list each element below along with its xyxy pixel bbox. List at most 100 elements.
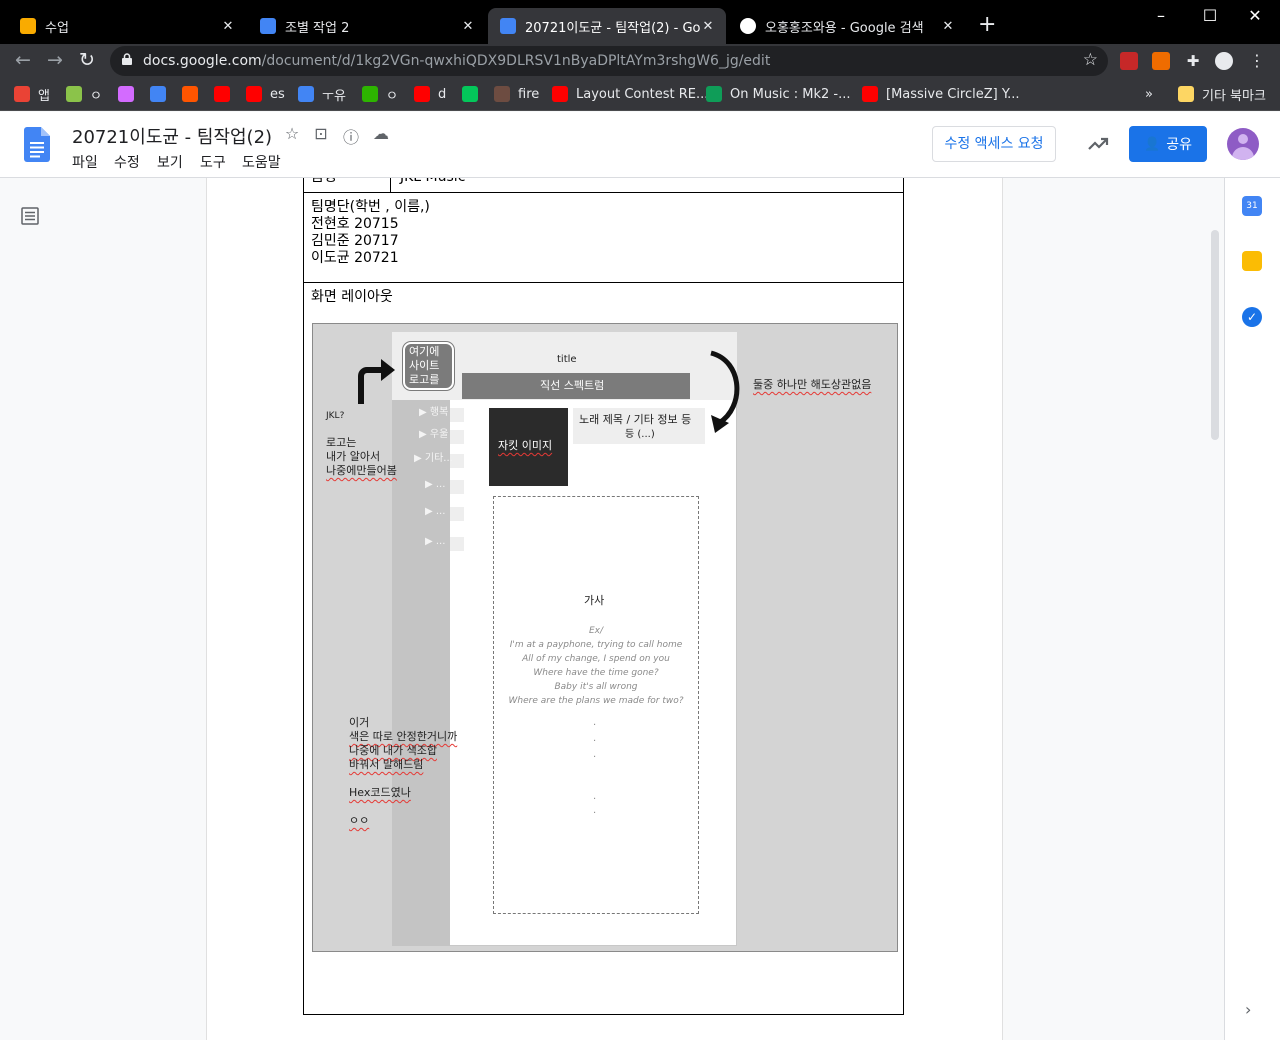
mock-menu-item: ▶ 우울 [419, 429, 449, 440]
bookmark-item[interactable]: On Music : Mk2 -... [706, 85, 850, 103]
reload-icon[interactable]: ↻ [74, 49, 100, 71]
calendar-icon[interactable]: 31 [1242, 196, 1262, 216]
bookmark-label: d [438, 86, 447, 102]
info-icon[interactable]: ⓘ [341, 124, 361, 148]
scrollbar[interactable] [1211, 230, 1219, 440]
share-button-label: 공유 [1166, 137, 1192, 153]
logo-note: 나중에만들어봄 [326, 464, 397, 477]
bookmark-favicon-icon [214, 86, 230, 102]
lock-icon [122, 53, 132, 65]
star-icon[interactable]: ☆ [282, 124, 302, 143]
minimize-icon[interactable]: – [1146, 6, 1176, 25]
bookmarks-overflow-button[interactable]: » [1145, 85, 1153, 103]
bookmark-label: ㅜ유 [322, 88, 346, 104]
menu-item-tab [450, 507, 464, 521]
activity-trend-icon[interactable] [1086, 132, 1110, 156]
bookmark-item[interactable]: [Massive CircleZ] Y... [862, 85, 1020, 103]
move-folder-icon[interactable]: ⊡ [311, 124, 331, 143]
lyrics-dot: . [593, 805, 597, 816]
bookmark-item[interactable]: d [414, 85, 446, 103]
browser-toolbar: ← → ↻ docs.google.com/document/d/1kg2VGn… [0, 44, 1280, 78]
bookmark-item[interactable]: es [246, 85, 285, 103]
extensions-puzzle-icon[interactable]: ✚ [1184, 52, 1202, 70]
song-info-label: 노래 제목 / 기타 정보 등 [579, 413, 692, 426]
lyrics-line: I'm at a payphone, trying to call home [509, 640, 683, 650]
keep-icon[interactable] [1242, 251, 1262, 271]
cloud-saved-icon[interactable]: ☁ [371, 124, 391, 143]
bookmark-item[interactable]: Layout Contest RE... [552, 85, 708, 103]
bookmark-item[interactable] [214, 85, 238, 103]
menu-kebab-icon[interactable]: ⋮ [1248, 52, 1266, 70]
document-canvas[interactable]: 음정 JKL Music 팀명단(학번 , 이름,) 전현호 20715 김민준… [0, 178, 1224, 1040]
tab-title: 오홍홍조와용 - Google 검색 [765, 20, 924, 36]
bookmark-item[interactable]: fire [494, 85, 539, 103]
menu-item-tab [450, 430, 464, 444]
tab-group-work[interactable]: 조별 작업 2 ✕ [248, 8, 486, 44]
bookmark-item[interactable]: ㅇ [66, 85, 102, 104]
address-bar[interactable]: docs.google.com/document/d/1kg2VGn-qwxhi… [110, 46, 1108, 76]
mock-menu-item: ▶ ... [425, 479, 446, 490]
bookmark-item[interactable]: 앱 [14, 85, 50, 104]
menu-help[interactable]: 도움말 [242, 152, 281, 172]
bookmark-label: Layout Contest RE... [576, 86, 709, 102]
team-member: 김민준 20717 [311, 233, 399, 249]
menu-file[interactable]: 파일 [72, 152, 98, 172]
menu-tools[interactable]: 도구 [200, 152, 226, 172]
tab-docs-active[interactable]: 20721이도균 - 팀작업(2) - Goog ✕ [488, 8, 726, 44]
tab-class[interactable]: 수업 ✕ [8, 8, 246, 44]
bookmark-favicon-icon [246, 86, 262, 102]
logo-note: 로고는 [326, 436, 357, 449]
jacket-label: 자킷 이미지 [498, 439, 553, 452]
lyrics-line: Ex/ [588, 626, 604, 636]
back-icon[interactable]: ← [10, 49, 36, 71]
bookmark-label: 앱 [38, 88, 50, 104]
classroom-icon [20, 18, 36, 34]
document-outline-icon[interactable] [20, 206, 40, 226]
close-icon[interactable]: ✕ [940, 19, 956, 34]
team-member: 전현호 20715 [311, 216, 399, 232]
share-button[interactable]: 👤 공유 [1129, 126, 1207, 162]
tasks-icon[interactable]: ✓ [1242, 307, 1262, 327]
close-icon[interactable]: ✕ [700, 19, 716, 34]
bookmark-item[interactable] [182, 85, 206, 103]
menu-view[interactable]: 보기 [157, 152, 183, 172]
new-tab-button[interactable]: + [978, 14, 996, 36]
bookmark-item[interactable]: ㅜ유 [298, 85, 346, 104]
bookmark-favicon-icon [494, 86, 510, 102]
bookmark-star-icon[interactable]: ☆ [1083, 50, 1098, 70]
mock-menu-item: ▶ ... [425, 536, 446, 547]
profile-icon[interactable] [1215, 52, 1233, 70]
hex-note: Hex코드였나 [349, 786, 411, 799]
bookmark-label: es [270, 86, 285, 102]
expand-panel-icon[interactable]: › [1245, 1000, 1251, 1019]
tab-google-search[interactable]: 오홍홍조와용 - Google 검색 ✕ [728, 8, 966, 44]
lyrics-dot: . [593, 791, 597, 802]
document-page[interactable]: 음정 JKL Music 팀명단(학번 , 이름,) 전현호 20715 김민준… [207, 178, 1002, 1040]
bookmark-item[interactable] [118, 85, 142, 103]
avatar[interactable] [1227, 128, 1259, 160]
team-members-cell: 팀명단(학번 , 이름,) 전현호 20715 김민준 20717 이도균 20… [303, 192, 904, 283]
other-bookmarks-label: 기타 북마크 [1202, 88, 1266, 104]
document-title[interactable]: 20721이도균 - 팀작업(2) [72, 123, 272, 149]
menu-edit[interactable]: 수정 [114, 152, 140, 172]
bookmark-favicon-icon [14, 86, 30, 102]
logo-text: 사이트 [409, 359, 440, 372]
team-member: 이도균 20721 [311, 250, 399, 266]
bookmark-item[interactable] [462, 85, 486, 103]
bookmark-label: ㅇ [386, 88, 398, 104]
maximize-icon[interactable]: ☐ [1195, 6, 1225, 25]
bookmark-item[interactable]: ㅇ [362, 85, 398, 104]
bookmark-favicon-icon [66, 86, 82, 102]
request-edit-access-button[interactable]: 수정 액세스 요청 [932, 126, 1056, 162]
logo-text: 로고를 [409, 373, 440, 386]
logo-text: 여기에 [409, 345, 440, 358]
pdf-extension-icon[interactable] [1120, 52, 1138, 70]
bookmark-item[interactable] [150, 85, 174, 103]
close-icon[interactable]: ✕ [220, 19, 236, 34]
forward-icon[interactable]: → [42, 49, 68, 71]
window-close-icon[interactable]: ✕ [1240, 6, 1270, 25]
other-bookmarks-folder[interactable]: 기타 북마크 [1178, 85, 1266, 104]
close-icon[interactable]: ✕ [460, 19, 476, 34]
ex-extension-icon[interactable] [1152, 52, 1170, 70]
google-docs-logo-icon[interactable] [24, 127, 50, 162]
